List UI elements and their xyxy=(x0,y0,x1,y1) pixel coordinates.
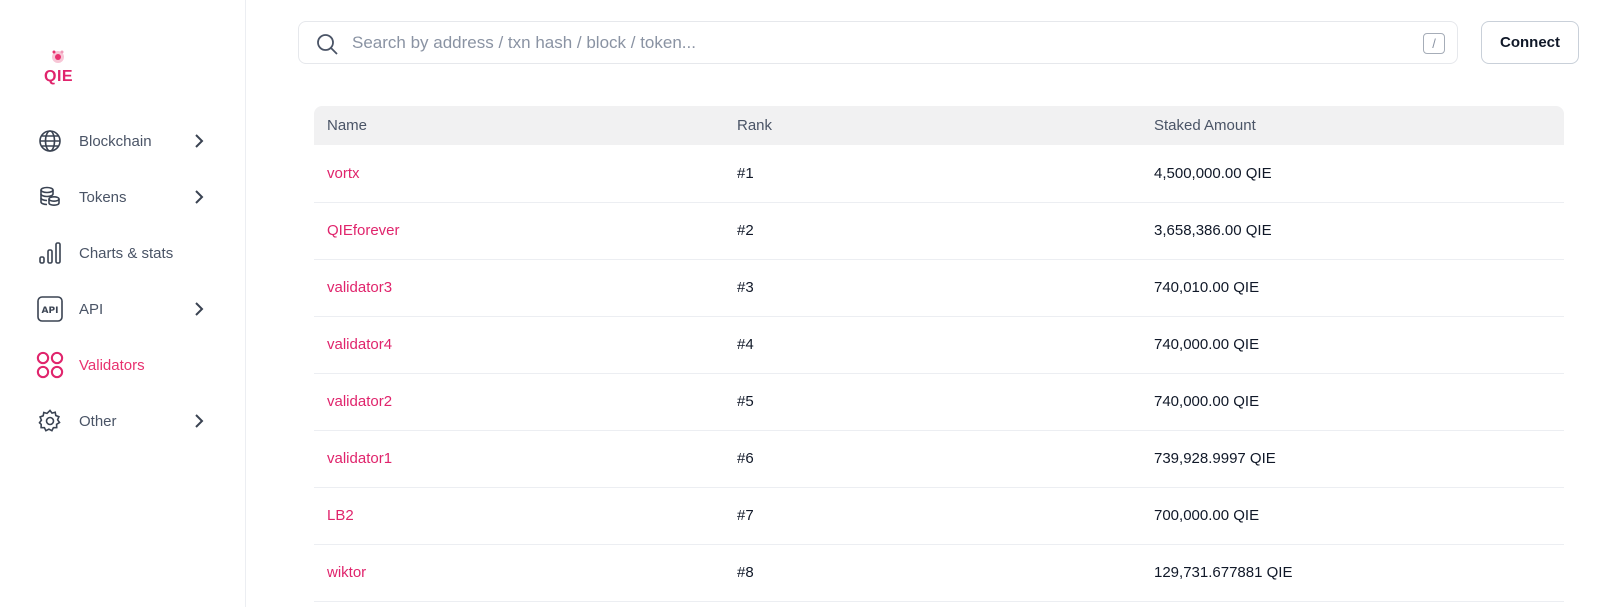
table-row: vortx #1 4,500,000.00 QIE xyxy=(314,145,1564,203)
column-header-name: Name xyxy=(314,106,724,145)
validator-staked-amount: 4,500,000.00 QIE xyxy=(1141,145,1564,203)
app: QIE Blockchain Tokens Charts & stats API… xyxy=(0,0,1600,607)
chevron-right-icon xyxy=(195,134,204,148)
sidebar-item-label: Validators xyxy=(79,356,145,374)
validator-staked-amount: 740,010.00 QIE xyxy=(1141,259,1564,317)
validator-staked-amount: 129,731.677881 QIE xyxy=(1141,544,1564,602)
sidebar-item-blockchain[interactable]: Blockchain xyxy=(0,113,246,169)
sidebar-nav: Blockchain Tokens Charts & stats API API… xyxy=(0,113,246,449)
sidebar-item-label: Charts & stats xyxy=(79,244,174,262)
sidebar-item-api[interactable]: API API xyxy=(0,281,246,337)
sidebar-item-label: Blockchain xyxy=(79,132,152,150)
validator-rank: #4 xyxy=(724,316,1141,374)
validator-name-link[interactable]: wiktor xyxy=(314,544,724,602)
validator-rank: #3 xyxy=(724,259,1141,317)
bar-chart-icon xyxy=(36,239,64,267)
validator-staked-amount: 739,928.9997 QIE xyxy=(1141,430,1564,488)
validator-name-link[interactable]: validator2 xyxy=(314,373,724,431)
svg-text:API: API xyxy=(42,306,59,316)
validator-rank: #8 xyxy=(724,544,1141,602)
table-row: validator1 #6 739,928.9997 QIE xyxy=(314,430,1564,488)
api-icon: API xyxy=(36,295,64,323)
sidebar-item-other[interactable]: Other xyxy=(0,393,246,449)
validators-table: Name Rank Staked Amount vortx #1 4,500,0… xyxy=(314,106,1564,602)
gear-icon xyxy=(36,407,64,435)
chevron-right-icon xyxy=(195,190,204,204)
search-bar: / xyxy=(298,21,1458,64)
validator-name-link[interactable]: LB2 xyxy=(314,487,724,545)
column-header-rank: Rank xyxy=(724,106,1141,145)
globe-icon xyxy=(36,127,64,155)
validator-staked-amount: 740,000.00 QIE xyxy=(1141,373,1564,431)
table-row: LB2 #7 700,000.00 QIE xyxy=(314,487,1564,545)
validator-name-link[interactable]: validator4 xyxy=(314,316,724,374)
connect-button[interactable]: Connect xyxy=(1481,21,1579,64)
validators-icon xyxy=(36,351,64,379)
validator-rank: #6 xyxy=(724,430,1141,488)
validator-name-link[interactable]: validator1 xyxy=(314,430,724,488)
sidebar-item-label: Other xyxy=(79,412,117,430)
validator-staked-amount: 700,000.00 QIE xyxy=(1141,487,1564,545)
sidebar: QIE Blockchain Tokens Charts & stats API… xyxy=(0,0,246,607)
sidebar-item-label: Tokens xyxy=(79,188,127,206)
table-row: wiktor #8 129,731.677881 QIE xyxy=(314,544,1564,602)
sidebar-item-label: API xyxy=(79,300,104,318)
validator-rank: #5 xyxy=(724,373,1141,431)
sidebar-item-validators[interactable]: Validators xyxy=(0,337,246,393)
sidebar-item-charts-stats[interactable]: Charts & stats xyxy=(0,225,246,281)
validator-rank: #7 xyxy=(724,487,1141,545)
validator-name-link[interactable]: validator3 xyxy=(314,259,724,317)
sidebar-item-tokens[interactable]: Tokens xyxy=(0,169,246,225)
validator-name-link[interactable]: QIEforever xyxy=(314,202,724,260)
table-row: QIEforever #2 3,658,386.00 QIE xyxy=(314,202,1564,260)
validator-staked-amount: 3,658,386.00 QIE xyxy=(1141,202,1564,260)
table-header-row: Name Rank Staked Amount xyxy=(314,106,1564,145)
logo[interactable]: QIE xyxy=(43,48,73,88)
validator-name-link[interactable]: vortx xyxy=(314,145,724,203)
search-shortcut-key: / xyxy=(1423,33,1445,54)
logo-text: QIE xyxy=(44,68,74,85)
column-header-staked-amount: Staked Amount xyxy=(1141,106,1564,145)
validator-rank: #2 xyxy=(724,202,1141,260)
validator-rank: #1 xyxy=(724,145,1141,203)
chevron-right-icon xyxy=(195,302,204,316)
search-input[interactable] xyxy=(352,30,1392,56)
coins-icon xyxy=(36,183,64,211)
table-row: validator4 #4 740,000.00 QIE xyxy=(314,316,1564,374)
search-icon xyxy=(317,34,338,55)
logo-mark-icon xyxy=(52,50,64,63)
chevron-right-icon xyxy=(195,414,204,428)
validator-staked-amount: 740,000.00 QIE xyxy=(1141,316,1564,374)
table-row: validator3 #3 740,010.00 QIE xyxy=(314,259,1564,317)
table-row: validator2 #5 740,000.00 QIE xyxy=(314,373,1564,431)
